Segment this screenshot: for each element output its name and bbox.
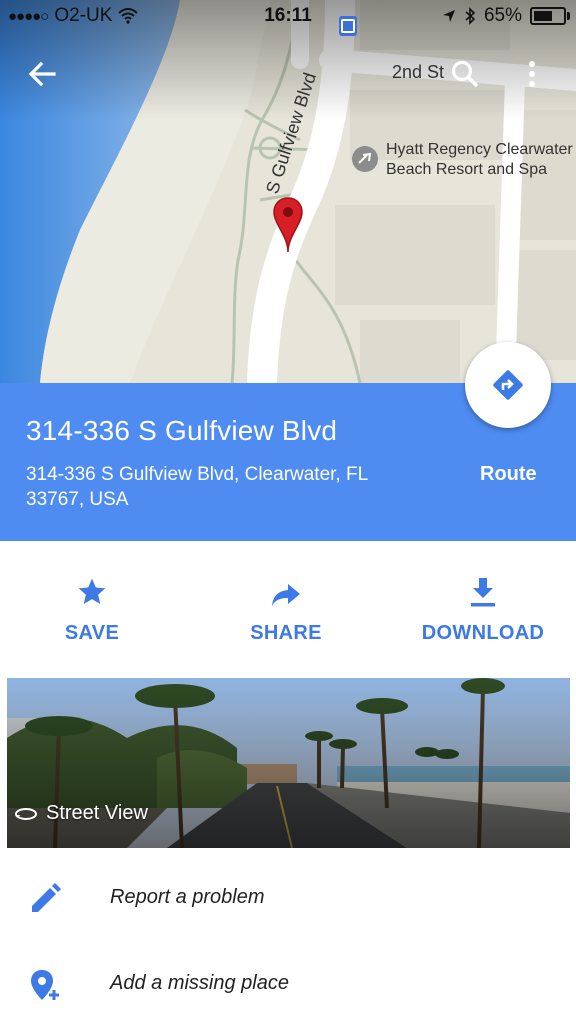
place-title: 314-336 S Gulfview Blvd — [26, 415, 338, 446]
bluetooth-icon — [465, 7, 476, 25]
battery-percent: 65% — [483, 5, 522, 26]
map-pin-icon — [272, 196, 304, 254]
location-arrow-icon — [442, 10, 455, 22]
share-button[interactable]: SHARE — [191, 560, 381, 660]
back-arrow-icon — [28, 61, 56, 87]
poi-label-line1: Hyatt Regency Clearwater — [386, 141, 573, 158]
directions-icon — [493, 370, 523, 400]
save-button[interactable]: SAVE — [0, 560, 187, 660]
add-place-icon — [31, 970, 59, 1000]
street-view-rotate-icon — [15, 807, 37, 820]
poi-icon[interactable] — [352, 146, 378, 172]
download-button[interactable]: DOWNLOAD — [388, 560, 576, 660]
poi-label[interactable]: Hyatt Regency Clearwater Beach Resort an… — [386, 140, 573, 180]
add-missing-place-label: Add a missing place — [110, 972, 289, 994]
search-button[interactable] — [441, 50, 489, 98]
place-address-line1: 314-336 S Gulfview Blvd, Clearwater, FL — [26, 464, 369, 485]
route-label[interactable]: Route — [480, 463, 537, 486]
battery-icon — [530, 7, 570, 25]
place-address: 314-336 S Gulfview Blvd, Clearwater, FL … — [26, 462, 426, 512]
route-button[interactable] — [465, 342, 551, 428]
star-icon — [78, 578, 106, 604]
report-problem-label: Report a problem — [110, 886, 265, 908]
street-view-label: Street View — [14, 802, 148, 825]
more-options-button[interactable] — [508, 50, 556, 98]
share-arrow-icon — [272, 584, 300, 606]
map-view[interactable]: 2nd St S Gulfview Blvd Hyatt Regency Cle… — [0, 0, 576, 383]
save-label: SAVE — [64, 622, 120, 644]
pencil-icon — [32, 883, 61, 912]
back-button[interactable] — [18, 50, 66, 98]
download-icon — [471, 578, 495, 607]
report-problem-row[interactable]: Report a problem — [0, 866, 576, 936]
map-street-label-2nd: 2nd St — [392, 62, 445, 82]
status-bar: ●●●●○ O2-UK 16:11 65% — [0, 0, 576, 32]
search-icon — [451, 60, 479, 88]
share-label: SHARE — [250, 622, 322, 644]
street-view-text: Street View — [46, 802, 148, 824]
place-address-line2: 33767, USA — [26, 489, 129, 510]
poi-label-line2: Beach Resort and Spa — [386, 161, 547, 178]
download-label: DOWNLOAD — [421, 622, 545, 644]
add-missing-place-row[interactable]: Add a missing place — [0, 952, 576, 1022]
more-vert-icon — [529, 61, 535, 87]
